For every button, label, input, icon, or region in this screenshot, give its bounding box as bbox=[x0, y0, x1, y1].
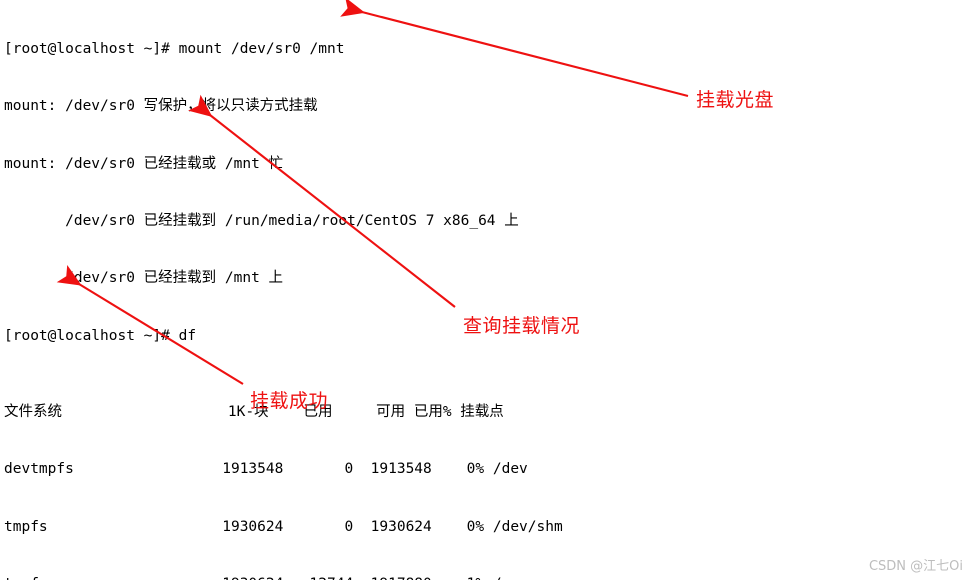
annotation-label-mount-disc: 挂载光盘 bbox=[696, 89, 775, 111]
df-table-header: 文件系统 1K-块 已用 可用 已用% 挂载点 bbox=[4, 403, 504, 420]
df-table-row: devtmpfs 1913548 0 1913548 0% /dev bbox=[4, 461, 528, 478]
screenshot-root: [root@localhost ~]# mount /dev/sr0 /mnt … bbox=[0, 0, 971, 580]
df-table-row: tmpfs 1930624 0 1930624 0% /dev/shm bbox=[4, 518, 563, 535]
annotation-label-query-mounts: 查询挂载情况 bbox=[463, 315, 581, 337]
terminal-line-mounted-media: /dev/sr0 已经挂载到 /run/media/root/CentOS 7 … bbox=[4, 213, 519, 230]
annotation-label-mount-success: 挂载成功 bbox=[250, 390, 329, 412]
terminal-line-command-mount: [root@localhost ~]# mount /dev/sr0 /mnt bbox=[4, 41, 345, 58]
csdn-watermark: CSDN @江七Oi bbox=[868, 559, 963, 574]
terminal-line-mounted-mnt: /dev/sr0 已经挂载到 /mnt 上 bbox=[4, 270, 284, 287]
terminal-line-mount-busy: mount: /dev/sr0 已经挂载或 /mnt 忙 bbox=[4, 155, 284, 172]
df-table-row: tmpfs 1930624 12744 1917880 1% /run bbox=[4, 575, 904, 580]
terminal-line-command-df: [root@localhost ~]# df bbox=[4, 327, 197, 344]
